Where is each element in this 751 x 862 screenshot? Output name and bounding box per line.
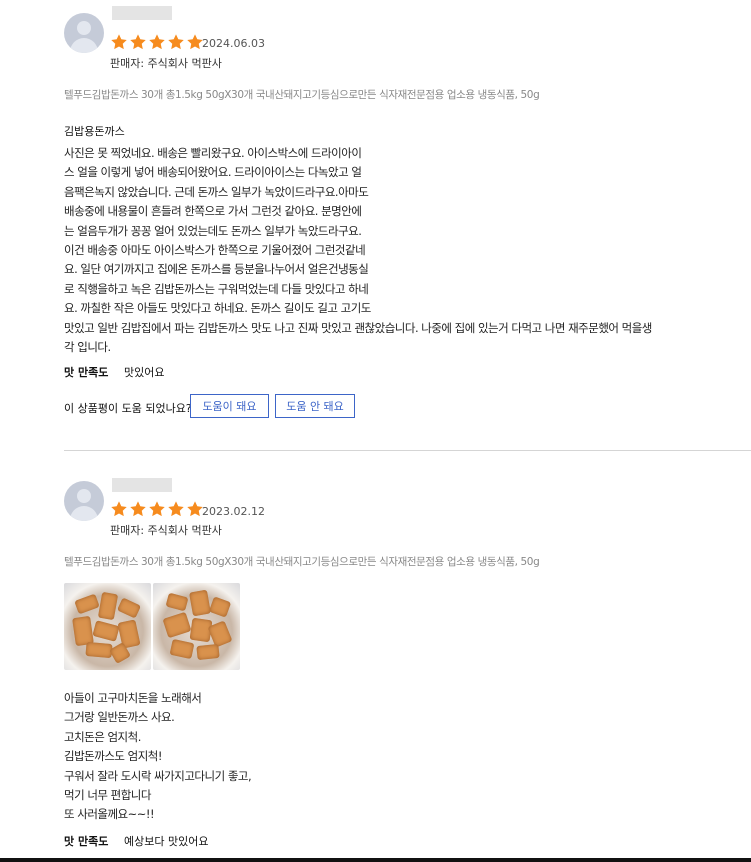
satisfaction-value: 예상보다 맛있어요 <box>124 835 209 848</box>
review-body-line: 요. 까칠한 작은 아들도 맛있다고 하네요. 돈까스 길이도 길고 고기도 <box>64 301 371 316</box>
review-body: 아들이 고구마치돈을 노래해서 그거랑 일반돈까스 사요. 고치돈은 엄지척. … <box>64 689 252 825</box>
helpful-question: 이 상품평이 도움 되었나요? <box>64 402 192 415</box>
review-body-line: 배송중에 내용물이 흔들려 한쪽으로 가서 그런것 같아요. 분명안에 <box>64 204 362 219</box>
review-body-line: 구워서 잘라 도시락 싸가지고다니기 좋고, <box>64 768 252 783</box>
review-body-line: 각 입니다. <box>64 340 111 355</box>
helpful-yes-button[interactable]: 도움이 돼요 <box>190 394 269 418</box>
review-body-line: 김밥돈까스도 엄지척! <box>64 749 163 764</box>
review-photo-2[interactable] <box>153 583 240 670</box>
review-body-line: 고치돈은 엄지척. <box>64 729 141 744</box>
satisfaction-value: 맛있어요 <box>124 366 165 379</box>
product-option: 텔푸드김밥돈까스 30개 총1.5kg 50gX30개 국내산돼지고기등심으로만… <box>64 556 540 568</box>
review-date: 2023.02.12 <box>202 505 265 518</box>
user-avatar-icon <box>64 481 104 521</box>
review-headline: 김밥용돈까스 <box>64 125 125 138</box>
star-icon <box>111 501 127 517</box>
star-icon <box>149 501 165 517</box>
review-body-line: 이건 배송중 아마도 아이스박스가 한쪽으로 기울어졌어 그런것같네 <box>64 243 366 258</box>
rating-stars <box>110 500 204 518</box>
bottom-edge-bar <box>0 858 751 862</box>
product-option: 텔푸드김밥돈까스 30개 총1.5kg 50gX30개 국내산돼지고기등심으로만… <box>64 89 540 101</box>
satisfaction-label: 맛 만족도 <box>64 835 109 848</box>
review-body-line: 는 얼음두개가 꽁꽁 얼어 있었는데도 돈까스 일부가 녹았드라구요. <box>64 223 362 238</box>
user-avatar-icon <box>64 13 104 53</box>
review-date: 2024.06.03 <box>202 37 265 50</box>
review-body-line: 사진은 못 찍었네요. 배송은 빨리왔구요. 아이스박스에 드라이아이 <box>64 146 362 160</box>
review-body-line: 음팩은녹지 않았습니다. 근데 돈까스 일부가 녹았이드라구요.아마도 <box>64 184 369 199</box>
star-icon <box>111 34 127 50</box>
taste-satisfaction: 맛 만족도 예상보다 맛있어요 <box>64 833 208 849</box>
reviewer-name-masked <box>112 478 172 492</box>
seller-name: 판매자: 주식회사 먹판사 <box>110 57 222 70</box>
review-body: 사진은 못 찍었네요. 배송은 빨리왔구요. 아이스박스에 드라이아이 스 얼을… <box>64 144 652 357</box>
star-icon <box>168 34 184 50</box>
review-body-line: 아들이 고구마치돈을 노래해서 <box>64 691 202 705</box>
reviewer-name-masked <box>112 6 172 20</box>
star-icon <box>149 34 165 50</box>
review-photo-1[interactable] <box>64 583 151 670</box>
star-icon <box>168 501 184 517</box>
satisfaction-label: 맛 만족도 <box>64 366 109 379</box>
seller-name: 판매자: 주식회사 먹판사 <box>110 524 222 537</box>
review-body-line: 그거랑 일반돈까스 사요. <box>64 710 175 725</box>
review-body-line: 또 사러올께요~~!! <box>64 807 155 822</box>
rating-stars <box>110 33 204 51</box>
review-body-line: 맛있고 일반 김밥집에서 파는 김밥돈까스 맛도 나고 진짜 맛있고 괜찮았습니… <box>64 320 652 335</box>
taste-satisfaction: 맛 만족도 맛있어요 <box>64 364 164 380</box>
review-body-line: 스 얼을 이렇게 넣어 배송되어왔어요. 드라이아이스는 다녹았고 얼 <box>64 165 362 180</box>
star-icon <box>130 501 146 517</box>
review-body-line: 요. 일단 여기까지고 집에온 돈까스를 등분을나누어서 얼은건냉동실 <box>64 262 369 277</box>
star-icon <box>130 34 146 50</box>
helpful-no-button[interactable]: 도움 안 돼요 <box>275 394 355 418</box>
review-body-line: 먹기 너무 편합니다 <box>64 788 151 803</box>
review-divider <box>64 450 751 451</box>
review-body-line: 로 직행을하고 녹은 김밥돈까스는 구워먹었는데 다들 맛있다고 하네 <box>64 281 369 296</box>
